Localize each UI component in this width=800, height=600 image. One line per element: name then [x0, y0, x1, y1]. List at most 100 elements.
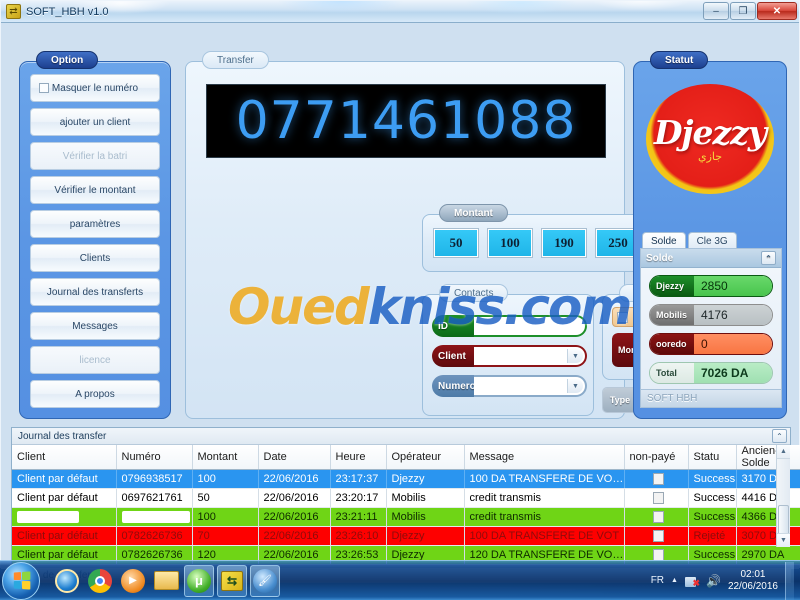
- clock[interactable]: 02:01 22/06/2016: [728, 569, 778, 593]
- option-button-verifier-montant[interactable]: Vérifier le montant: [30, 176, 160, 204]
- cell-statu: Success: [688, 469, 737, 489]
- volume-icon[interactable]: 🔊: [706, 574, 721, 588]
- windows-media-player-icon[interactable]: ▶: [118, 565, 148, 597]
- row-checkbox[interactable]: [653, 492, 664, 504]
- cell-montant: 100: [192, 469, 259, 489]
- maximize-button[interactable]: ❐: [730, 2, 756, 20]
- google-chrome-icon[interactable]: [85, 565, 115, 597]
- cell-date: 22/06/2016: [258, 488, 331, 508]
- balance-value-djezzy: 2850: [694, 276, 772, 296]
- taskbar-items: ▶ μ ⇆ 🖌: [52, 564, 280, 597]
- tab-solde[interactable]: Solde: [642, 232, 686, 249]
- contact-id-label: ID: [432, 315, 474, 337]
- table-row[interactable]: 100 22/06/2016 23:21:11 Mobilis credit t…: [12, 507, 800, 527]
- cell-numero-redacted: [116, 507, 193, 527]
- cell-statu: Rejeté: [688, 526, 737, 546]
- start-button[interactable]: [2, 561, 40, 600]
- row-checkbox[interactable]: [653, 530, 664, 542]
- collapse-icon[interactable]: ⌃: [772, 429, 787, 443]
- minimize-button[interactable]: –: [703, 2, 729, 20]
- contact-id-input[interactable]: [474, 315, 587, 337]
- option-button-a-propos[interactable]: A propos: [30, 380, 160, 408]
- table-row[interactable]: Client par défaut 0697621761 50 22/06/20…: [12, 488, 800, 508]
- cell-non-paye[interactable]: [624, 488, 689, 508]
- close-button[interactable]: ✕: [757, 2, 797, 20]
- paint-icon[interactable]: 🖌: [250, 564, 280, 597]
- row-checkbox[interactable]: [653, 511, 664, 523]
- cell-statu: Success: [688, 488, 737, 508]
- cell-heure: 23:26:10: [330, 526, 387, 546]
- tab-cle-3g[interactable]: Cle 3G: [687, 232, 737, 249]
- option-button-messages[interactable]: Messages: [30, 312, 160, 340]
- file-explorer-icon[interactable]: [151, 565, 181, 597]
- solde-header: Solde ⌃: [641, 249, 781, 268]
- balance-row-mobilis: Mobilis 4176: [649, 304, 773, 326]
- app-logo-icon: ⇄: [6, 4, 21, 19]
- show-desktop-button[interactable]: [785, 561, 794, 600]
- chevron-down-icon[interactable]: ▼: [567, 349, 583, 363]
- journal-header: Journal des transfer ⌃: [12, 428, 790, 445]
- network-error-icon[interactable]: ✖: [684, 574, 700, 588]
- window-titlebar[interactable]: ⇄ SOFT_HBH v1.0 – ❐ ✕: [1, 1, 799, 23]
- contact-client-input[interactable]: ▼: [474, 345, 587, 367]
- solde-box: Solde ⌃ Djezzy 2850 Mobilis 4176 ooredo …: [640, 248, 782, 408]
- cell-operateur: Djezzy: [386, 469, 465, 489]
- djezzy-logo-text: Djezzy: [653, 112, 767, 152]
- option-button-label: Messages: [72, 320, 118, 332]
- amount-button-190[interactable]: 190: [541, 228, 587, 258]
- table-scrollbar[interactable]: ▲ ▼: [776, 445, 790, 547]
- cell-non-paye[interactable]: [624, 469, 689, 489]
- row-checkbox[interactable]: [653, 473, 664, 485]
- option-button-ajouter-client[interactable]: ajouter un client: [30, 108, 160, 136]
- journal-panel: Journal des transfer ⌃ Client Numéro Mon…: [11, 427, 800, 565]
- chevron-down-icon[interactable]: ▼: [567, 379, 583, 393]
- contact-numero-input[interactable]: ▼: [474, 375, 587, 397]
- option-button-journal-transferts[interactable]: Journal des transferts: [30, 278, 160, 306]
- utorrent-icon[interactable]: μ: [184, 564, 214, 597]
- cell-non-paye[interactable]: [624, 526, 689, 546]
- table-header-row: Client Numéro Montant Date Heure Opérate…: [12, 445, 800, 470]
- option-button-clients[interactable]: Clients: [30, 244, 160, 272]
- scroll-up-icon[interactable]: ▲: [777, 445, 790, 459]
- internet-explorer-icon[interactable]: [52, 565, 82, 597]
- col-ancien-solde[interactable]: Ancien-Solde: [736, 445, 800, 470]
- amount-button-100[interactable]: 100: [487, 228, 533, 258]
- cell-operateur: Djezzy: [386, 526, 465, 546]
- tray-language-indicator[interactable]: FR: [651, 575, 664, 586]
- col-date[interactable]: Date: [258, 445, 331, 470]
- cell-non-paye[interactable]: [624, 507, 689, 527]
- phone-number-display[interactable]: 0771461088: [206, 84, 606, 158]
- option-button-parametres[interactable]: paramètres: [30, 210, 160, 238]
- col-non-paye[interactable]: non-payé: [624, 445, 689, 470]
- table-row[interactable]: Client par défaut 0796938517 100 22/06/2…: [12, 469, 800, 489]
- col-operateur[interactable]: Opérateur: [386, 445, 465, 470]
- cell-ancien-solde: 3170 DA: [736, 469, 800, 489]
- balance-row-ooredo: ooredo 0: [649, 333, 773, 355]
- windows-taskbar: ▶ μ ⇆ 🖌 FR ▲ ✖ 🔊 02:01 22/06/2016: [0, 560, 800, 600]
- contact-id-row: ID: [432, 315, 587, 337]
- col-montant[interactable]: Montant: [192, 445, 259, 470]
- col-message[interactable]: Message: [464, 445, 625, 470]
- col-statu[interactable]: Statu: [688, 445, 737, 470]
- contacts-caption: Contacts: [439, 284, 509, 302]
- collapse-icon[interactable]: ⌃: [761, 251, 776, 265]
- scroll-down-icon[interactable]: ▼: [777, 533, 790, 547]
- tray-show-hidden-icon[interactable]: ▲: [671, 577, 678, 584]
- balance-row-total: Total 7026 DA: [649, 362, 773, 384]
- option-button-masquer-numero[interactable]: Masquer le numéro: [30, 74, 160, 102]
- col-numero[interactable]: Numéro: [116, 445, 193, 470]
- col-heure[interactable]: Heure: [330, 445, 387, 470]
- transfer-panel: Transfer 0771461088 Montant 50 100 190 2…: [185, 51, 758, 452]
- soft-hbh-icon[interactable]: ⇆: [217, 564, 247, 597]
- option-button-label: Clients: [79, 252, 111, 264]
- amount-button-50[interactable]: 50: [433, 228, 479, 258]
- option-button-licence: licence: [30, 346, 160, 374]
- col-client[interactable]: Client: [12, 445, 117, 470]
- cell-operateur: Mobilis: [386, 507, 465, 527]
- masquer-numero-checkbox[interactable]: [39, 83, 49, 93]
- cell-heure: 23:21:11: [330, 507, 387, 527]
- cell-ancien-solde: 3070 DA: [736, 526, 800, 546]
- balance-value-ooredo: 0: [694, 334, 772, 354]
- balance-label-djezzy: Djezzy: [650, 276, 694, 296]
- table-row[interactable]: Client par défaut 0782626736 70 22/06/20…: [12, 526, 800, 546]
